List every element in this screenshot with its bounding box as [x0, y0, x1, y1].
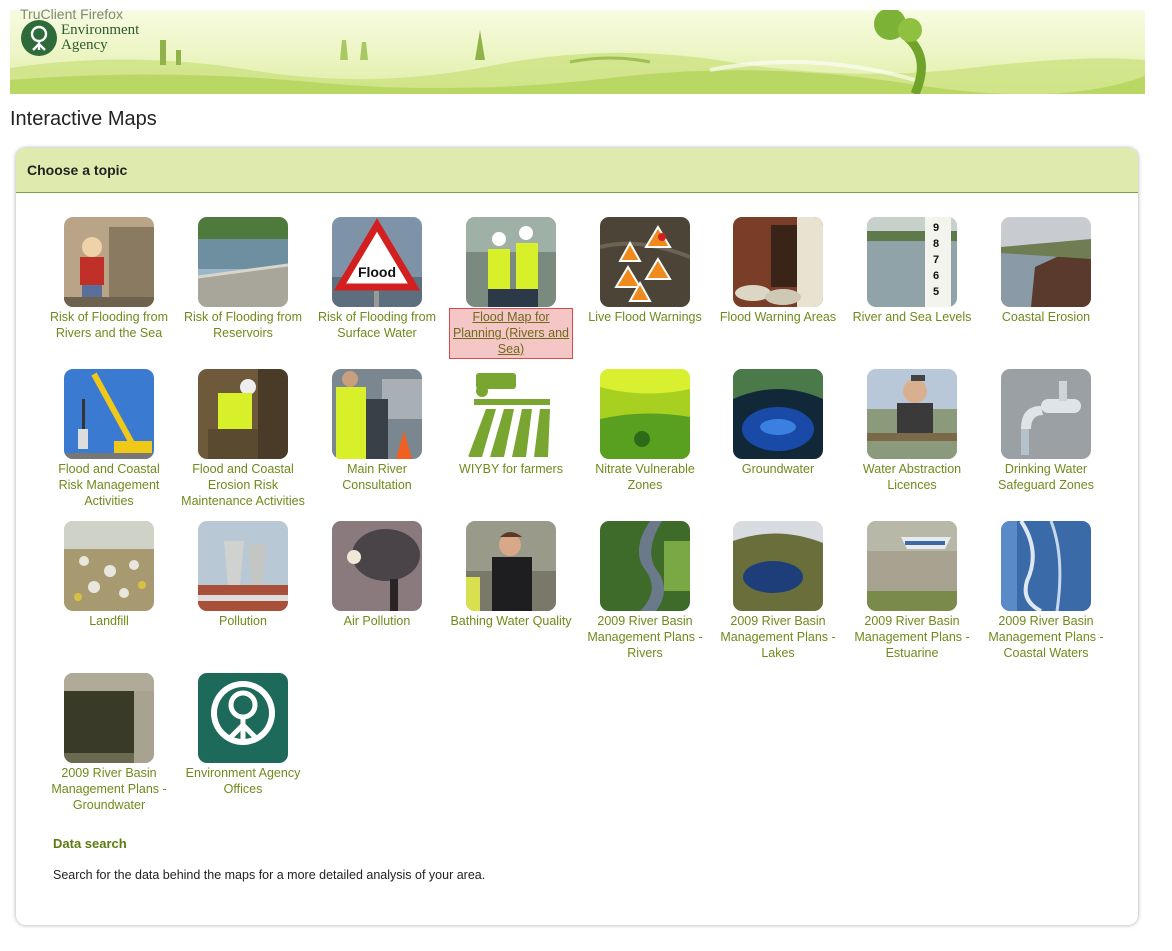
- topic-label: Bathing Water Quality: [450, 614, 572, 628]
- svg-text:9: 9: [933, 222, 939, 234]
- topic-label: 2009 River Basin Management Plans - Lake…: [720, 614, 836, 660]
- well-water-photo-icon: [64, 673, 154, 763]
- topic-pollution[interactable]: Pollution: [180, 521, 306, 629]
- topic-label: Groundwater: [741, 462, 815, 476]
- crane-photo-icon: [64, 369, 154, 459]
- topic-flood-warning-areas[interactable]: Flood Warning Areas: [715, 217, 841, 325]
- topic-label: Pollution: [219, 614, 267, 628]
- svg-text:7: 7: [933, 254, 939, 266]
- coast-aerial-photo-icon: [1001, 521, 1091, 611]
- topic-air-pollution[interactable]: Air Pollution: [314, 521, 440, 629]
- topic-label: Nitrate Vulnerable Zones: [595, 462, 695, 492]
- svg-text:8: 8: [933, 238, 939, 250]
- topic-label: Water Abstraction Licences: [862, 462, 962, 492]
- topic-label: Coastal Erosion: [1001, 310, 1091, 324]
- topic-bathing-water-quality[interactable]: Bathing Water Quality: [448, 521, 574, 629]
- man-drinking-photo-icon: [867, 369, 957, 459]
- topic-risk-flooding-rivers-sea[interactable]: Risk of Flooding from Rivers and the Sea: [46, 217, 172, 341]
- woman-flood-photo-icon: [64, 217, 154, 307]
- engineers-photo-icon: [466, 217, 556, 307]
- landfill-photo-icon: [64, 521, 154, 611]
- topic-rbmp-estuarine[interactable]: 2009 River Basin Management Plans - Estu…: [849, 521, 975, 661]
- reservoir-dam-photo-icon: [198, 217, 288, 307]
- topic-label: Drinking Water Safeguard Zones: [998, 462, 1094, 492]
- topic-flood-coastal-erosion-maintenance[interactable]: Flood and Coastal Erosion Risk Maintenan…: [180, 369, 306, 509]
- topic-label: Flood Warning Areas: [719, 310, 837, 324]
- topic-nitrate-vulnerable-zones[interactable]: Nitrate Vulnerable Zones: [582, 369, 708, 493]
- cliff-photo-icon: [1001, 217, 1091, 307]
- brand-line-1: Environment: [61, 22, 140, 38]
- inspectors-photo-icon: [332, 369, 422, 459]
- topic-flood-map-planning[interactable]: Flood Map for Planning (Rivers and Sea): [448, 217, 574, 359]
- topic-label: WIYBY for farmers: [459, 462, 563, 476]
- topic-label: Air Pollution: [343, 614, 411, 628]
- power-station-photo-icon: [198, 521, 288, 611]
- environment-agency-logo[interactable]: Environment Agency: [21, 20, 139, 56]
- topic-label: Flood and Coastal Risk Management Activi…: [58, 462, 160, 508]
- brand-line-2: Agency: [61, 37, 108, 53]
- header-banner: [10, 10, 1145, 94]
- worker-bank-photo-icon: [198, 369, 288, 459]
- surfer-photo-icon: [466, 521, 556, 611]
- topic-label: Flood Map for Planning (Rivers and Sea): [449, 308, 573, 359]
- topic-label: Landfill: [89, 614, 129, 628]
- topic-landfill[interactable]: Landfill: [46, 521, 172, 629]
- chimney-smoke-photo-icon: [332, 521, 422, 611]
- data-search-link[interactable]: Data search: [53, 836, 127, 851]
- topic-rbmp-groundwater[interactable]: 2009 River Basin Management Plans - Grou…: [46, 673, 172, 813]
- flood-sign-photo-icon: Flood: [332, 217, 422, 307]
- sandbags-photo-icon: [733, 217, 823, 307]
- cave-water-photo-icon: [733, 369, 823, 459]
- topic-label: 2009 River Basin Management Plans - Rive…: [587, 614, 703, 660]
- topic-drinking-water-safeguard-zones[interactable]: Drinking Water Safeguard Zones: [983, 369, 1109, 493]
- topic-label: 2009 River Basin Management Plans - Grou…: [51, 766, 167, 812]
- topic-coastal-erosion[interactable]: Coastal Erosion: [983, 217, 1109, 325]
- topic-flood-coastal-risk-activities[interactable]: Flood and Coastal Risk Management Activi…: [46, 369, 172, 509]
- svg-text:6: 6: [933, 270, 939, 282]
- topic-environment-agency-offices[interactable]: Environment Agency Offices: [180, 673, 306, 797]
- topic-risk-flooding-reservoirs[interactable]: Risk of Flooding from Reservoirs: [180, 217, 306, 341]
- topic-label: Risk of Flooding from Rivers and the Sea: [49, 310, 169, 340]
- topic-rbmp-rivers[interactable]: 2009 River Basin Management Plans - Rive…: [582, 521, 708, 661]
- topic-label: 2009 River Basin Management Plans - Estu…: [854, 614, 970, 660]
- svg-text:5: 5: [933, 286, 939, 298]
- tractor-field-icon: [466, 369, 556, 459]
- tap-photo-icon: [1001, 369, 1091, 459]
- topic-risk-flooding-surface-water[interactable]: Flood Risk of Flooding from Surface Wate…: [314, 217, 440, 341]
- page-title: Interactive Maps: [10, 108, 157, 130]
- topic-groundwater[interactable]: Groundwater: [715, 369, 841, 477]
- estuary-boat-photo-icon: [867, 521, 957, 611]
- topic-rbmp-coastal-waters[interactable]: 2009 River Basin Management Plans - Coas…: [983, 521, 1109, 661]
- fields-photo-icon: [600, 369, 690, 459]
- data-search-description: Search for the data behind the maps for …: [53, 868, 486, 882]
- ea-logo-sign-icon: [198, 673, 288, 763]
- topic-label: River and Sea Levels: [852, 310, 972, 324]
- topic-label: Environment Agency Offices: [185, 766, 301, 796]
- topic-live-flood-warnings[interactable]: Live Flood Warnings: [582, 217, 708, 325]
- svg-text:Flood: Flood: [358, 264, 396, 280]
- topic-main-river-consultation[interactable]: Main River Consultation: [314, 369, 440, 493]
- topic-wiyby-farmers[interactable]: WIYBY for farmers: [448, 369, 574, 477]
- topic-label: Risk of Flooding from Reservoirs: [183, 310, 303, 340]
- topic-rbmp-lakes[interactable]: 2009 River Basin Management Plans - Lake…: [715, 521, 841, 661]
- topic-label: Main River Consultation: [342, 462, 412, 492]
- topic-label: 2009 River Basin Management Plans - Coas…: [988, 614, 1104, 660]
- panel-header: Choose a topic: [16, 148, 1138, 193]
- topic-river-sea-levels[interactable]: 9 8 7 6 5 River and Sea Levels: [849, 217, 975, 325]
- ea-tree-logo-icon: [21, 20, 57, 56]
- warning-map-photo-icon: [600, 217, 690, 307]
- panel-heading: Choose a topic: [27, 162, 128, 178]
- topic-label: Flood and Coastal Erosion Risk Maintenan…: [181, 462, 305, 508]
- lake-photo-icon: [733, 521, 823, 611]
- topic-label: Risk of Flooding from Surface Water: [317, 310, 437, 340]
- gauge-board-photo-icon: 9 8 7 6 5: [867, 217, 957, 307]
- landscape-illustration: [10, 10, 1145, 94]
- topic-label: Live Flood Warnings: [588, 310, 702, 324]
- topic-water-abstraction-licences[interactable]: Water Abstraction Licences: [849, 369, 975, 493]
- river-valley-photo-icon: [600, 521, 690, 611]
